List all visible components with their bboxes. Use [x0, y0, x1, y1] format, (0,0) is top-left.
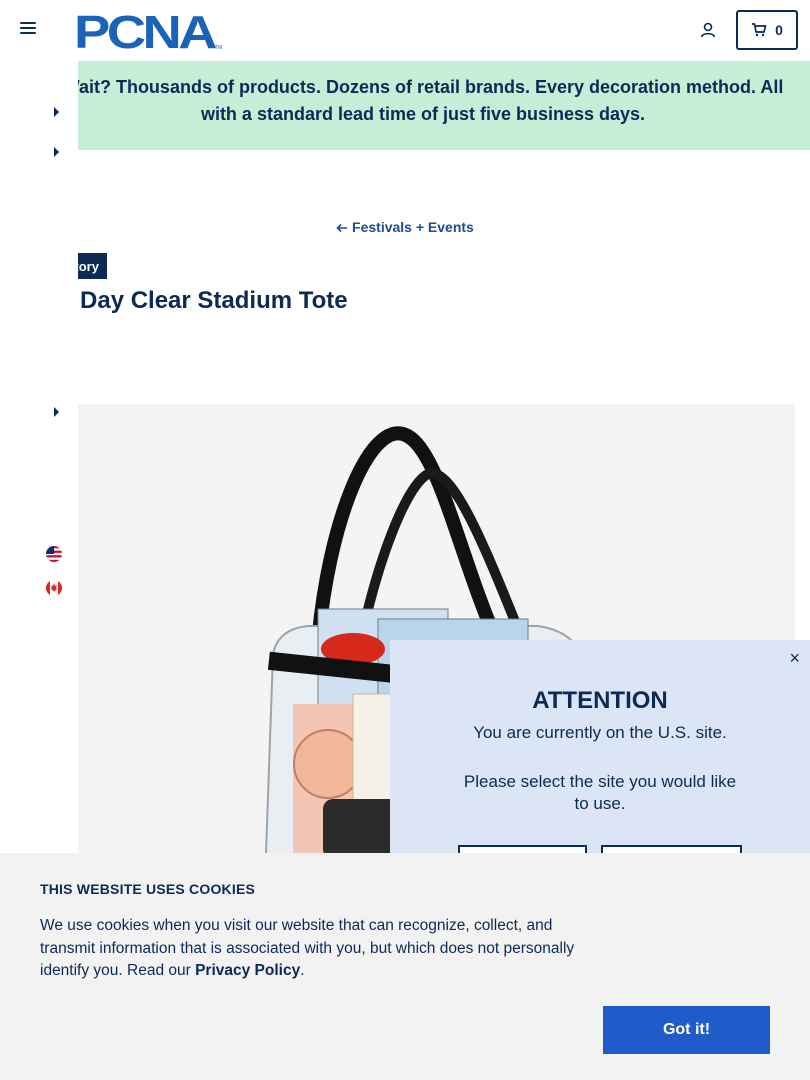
product-title: e Day Clear Stadium Tote	[60, 287, 348, 314]
svg-text:PCNA: PCNA	[74, 8, 216, 54]
caret-right-icon[interactable]	[54, 407, 59, 417]
site-selector-popup: × ATTENTION You are currently on the U.S…	[390, 640, 810, 880]
hamburger-menu-icon[interactable]	[20, 22, 36, 38]
breadcrumb-label: Festivals + Events	[352, 219, 474, 235]
cart-button[interactable]: 0	[736, 10, 798, 50]
us-flag-icon[interactable]	[46, 546, 62, 562]
privacy-policy-link[interactable]: Privacy Policy	[195, 962, 300, 979]
account-icon[interactable]	[699, 21, 717, 39]
promo-banner: Wait? Thousands of products. Dozens of r…	[50, 61, 810, 150]
cookie-description: We use cookies when you visit our websit…	[40, 917, 575, 979]
popup-heading: ATTENTION	[532, 687, 668, 714]
caret-right-icon[interactable]	[54, 147, 59, 157]
arrow-left-icon	[336, 223, 348, 233]
canada-flag-icon[interactable]	[46, 580, 62, 596]
accept-cookies-button[interactable]: Got it!	[603, 1006, 770, 1054]
cart-count: 0	[775, 22, 783, 38]
page: PCNA TM 0 Wait? Thousands of products. D…	[0, 0, 810, 1080]
cookie-text: We use cookies when you visit our websit…	[40, 915, 600, 983]
cart-icon	[752, 23, 767, 37]
promo-banner-text: Wait? Thousands of products. Dozens of r…	[62, 77, 784, 124]
cookie-heading: THIS WEBSITE USES COOKIES	[40, 881, 256, 897]
close-icon[interactable]: ×	[789, 648, 800, 669]
caret-right-icon[interactable]	[54, 107, 59, 117]
site-header: PCNA TM 0	[0, 0, 810, 61]
svg-text:TM: TM	[215, 45, 222, 51]
breadcrumb: Festivals + Events	[0, 219, 810, 235]
breadcrumb-link[interactable]: Festivals + Events	[336, 219, 474, 235]
pcna-logo[interactable]: PCNA TM	[74, 8, 224, 54]
popup-prompt: Please select the site you would like to…	[463, 772, 737, 813]
cookie-banner: THIS WEBSITE USES COOKIES We use cookies…	[0, 853, 810, 1080]
cookie-text-end: .	[300, 962, 305, 979]
popup-current-site: You are currently on the U.S. site.	[473, 723, 727, 742]
